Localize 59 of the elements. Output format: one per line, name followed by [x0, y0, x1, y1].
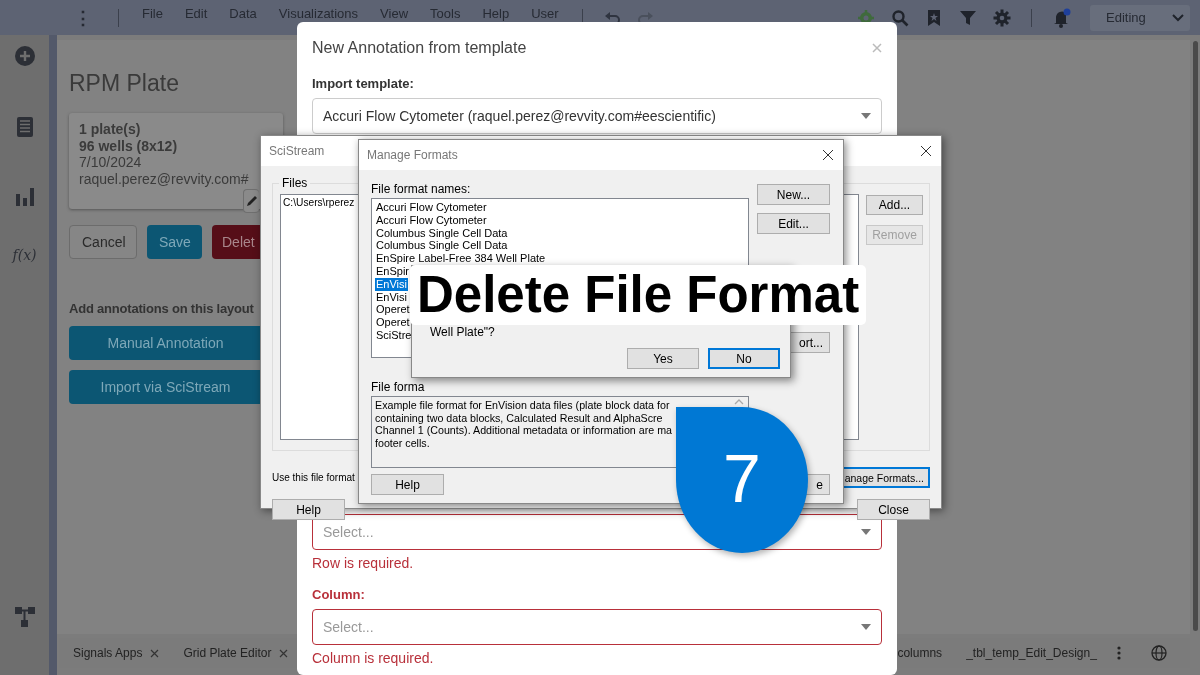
list-item[interactable]: EnVisi: [375, 290, 408, 304]
section-heading: Add annotations on this layout: [69, 301, 254, 316]
window-button[interactable]: New...: [757, 184, 830, 205]
summary-text: 96 wells (8x12): [79, 137, 179, 154]
dialog-title: New Annotation from template: [312, 39, 527, 57]
window-title: SciStream: [269, 144, 325, 158]
confirm-message: Well Plate"?: [430, 325, 495, 339]
menu-item[interactable]: Data: [229, 5, 257, 30]
select-field[interactable]: Select...: [312, 609, 882, 645]
function-button[interactable]: f(x): [12, 247, 37, 263]
summary-text: 7/10/2024: [79, 154, 143, 171]
menu-item[interactable]: Edit: [184, 5, 208, 30]
dialog-button[interactable]: Yes: [627, 348, 699, 369]
action-button[interactable]: Delet: [212, 225, 262, 259]
tab[interactable]: _tbl_temp_Edit_Design_: [952, 638, 1107, 668]
file-path[interactable]: C:\Users\rperez: [283, 197, 355, 208]
description-text: containing two data blocks, Calculated Result and AlphaScre: [375, 411, 663, 424]
summary-text: 1 plate(s): [79, 121, 142, 138]
caption-label: Delete File Format: [410, 265, 867, 325]
error-message: Row is required.: [312, 555, 415, 571]
menu-button[interactable]: ⋮: [74, 6, 92, 29]
list-item[interactable]: Operet: [375, 303, 411, 317]
window-title: Manage Formats: [367, 148, 458, 162]
tab[interactable]: Grid Plate Editor: [169, 638, 299, 668]
page-title: RPM Plate: [69, 70, 179, 97]
list-item[interactable]: Columbus Single Cell Data: [375, 239, 509, 253]
action-button[interactable]: Save: [147, 225, 202, 259]
help-button[interactable]: Help: [272, 499, 345, 520]
list-item[interactable]: EnVisi: [375, 277, 408, 291]
format-label: Use this file format: [272, 472, 355, 483]
description-text: Channel 1 (Counts). Additional metadata or information are ma: [375, 424, 673, 437]
close-button[interactable]: Close: [857, 499, 930, 520]
field-label: Column:: [312, 587, 366, 602]
dialog-button[interactable]: No: [708, 348, 780, 369]
annotation-button[interactable]: Manual Annotation: [69, 326, 262, 360]
menu-item[interactable]: File: [142, 5, 163, 30]
list-item[interactable]: Operet: [375, 316, 411, 329]
window-button[interactable]: Edit...: [757, 213, 830, 234]
list-label: File format names:: [371, 182, 472, 196]
description-label: File forma: [371, 380, 426, 394]
description-text: footer cells.: [375, 436, 430, 449]
list-item[interactable]: SciStre: [375, 328, 413, 342]
field-label: Import template:: [312, 76, 415, 91]
annotation-button[interactable]: Import via SciStream: [69, 370, 262, 404]
window-button[interactable]: Add...: [866, 195, 923, 215]
list-item[interactable]: Accuri Flow Cytometer: [375, 201, 488, 214]
group-label: Files: [279, 176, 311, 190]
list-item[interactable]: EnSpir: [375, 265, 411, 278]
help-button[interactable]: Help: [371, 474, 444, 495]
list-item[interactable]: EnSpire Label-Free 384 Well Plate: [375, 252, 547, 265]
list-item[interactable]: Accuri Flow Cytometer: [375, 213, 488, 227]
list-item[interactable]: Columbus Single Cell Data: [375, 226, 509, 240]
tab[interactable]: Signals Apps: [59, 638, 170, 668]
template-dropdown[interactable]: Accuri Flow Cytometer (raquel.perez@revvity.com#eescientific): [312, 98, 882, 134]
error-message: Column is required.: [312, 650, 435, 666]
mode-dropdown[interactable]: Editing: [1090, 4, 1190, 31]
description-text: Example file format for EnVision data files (plate block data for: [375, 399, 670, 412]
action-button[interactable]: Cancel: [69, 225, 137, 259]
summary-text: raquel.perez@revvity.com#: [79, 170, 250, 187]
